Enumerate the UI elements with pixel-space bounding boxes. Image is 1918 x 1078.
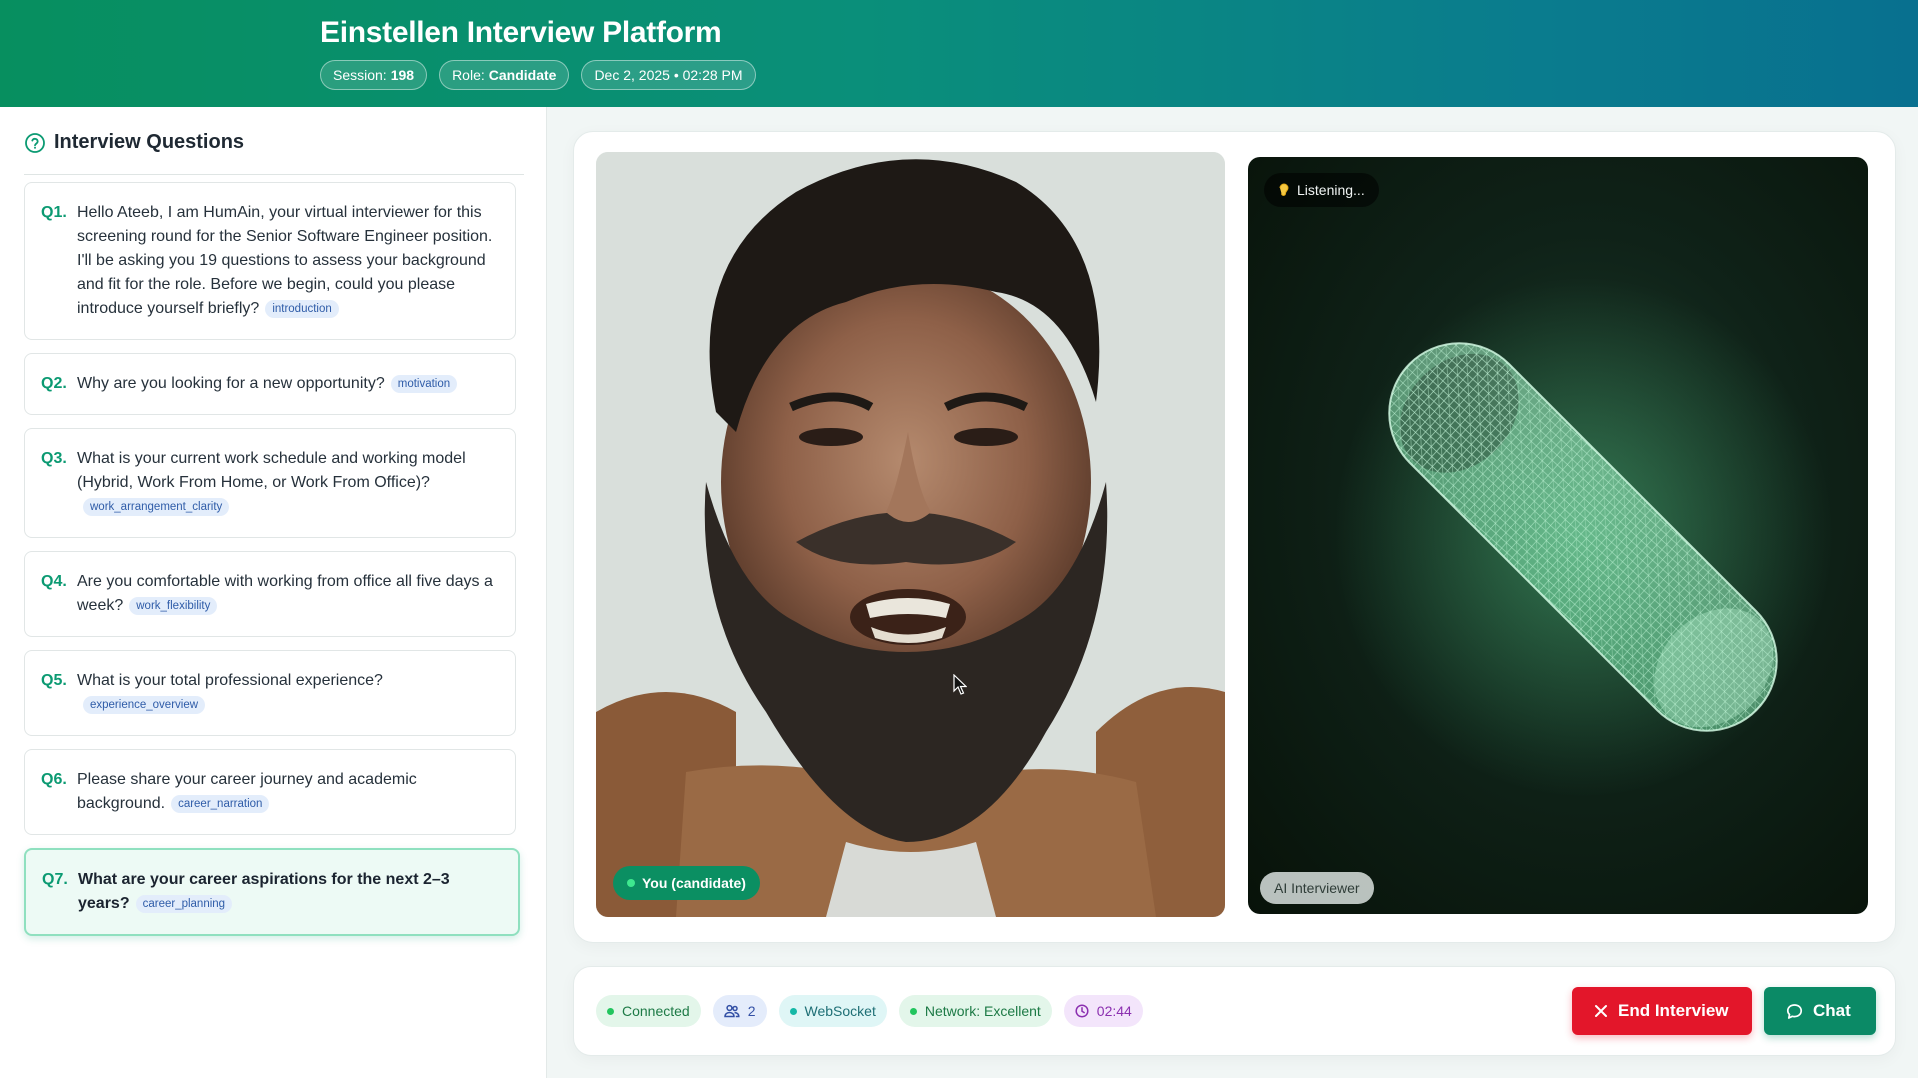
question-item[interactable]: Q6. Please share your career journey and… — [24, 749, 516, 835]
ear-icon — [1279, 183, 1289, 196]
question-tag: motivation — [390, 375, 458, 393]
session-chip: Session: 198 — [320, 60, 428, 90]
close-icon — [1595, 1005, 1607, 1017]
question-item-active[interactable]: Q7. What are your career aspirations for… — [24, 848, 520, 936]
status-indicators: Connected 2 WebSocket Network: Excellent — [596, 995, 1143, 1027]
ai-avatar-capsule-icon — [1333, 277, 1833, 797]
timer-badge: 02:44 — [1063, 995, 1143, 1027]
question-number: Q1. — [41, 204, 67, 221]
question-list: Q1. Hello Ateeb, I am HumAin, your virtu… — [24, 182, 520, 949]
session-value: 198 — [390, 67, 415, 83]
mouse-cursor-icon — [953, 674, 967, 695]
page-title: Einstellen Interview Platform — [320, 16, 722, 49]
network-badge: Network: Excellent — [898, 995, 1052, 1027]
participant-count: 2 — [747, 1003, 756, 1019]
app-header: Einstellen Interview Platform Session: 1… — [0, 0, 1918, 107]
question-tag: experience_overview — [83, 696, 206, 714]
elapsed-timer: 02:44 — [1096, 1003, 1132, 1019]
transport-badge: WebSocket — [778, 995, 887, 1027]
ai-label: AI Interviewer — [1274, 880, 1360, 896]
question-item[interactable]: Q5. What is your total professional expe… — [24, 650, 516, 736]
question-item[interactable]: Q3. What is your current work schedule a… — [24, 428, 516, 538]
datetime-chip: Dec 2, 2025 • 02:28 PM — [581, 60, 756, 90]
question-tag: work_arrangement_clarity — [83, 498, 230, 516]
question-item[interactable]: Q2. Why are you looking for a new opport… — [24, 353, 516, 415]
question-item[interactable]: Q1. Hello Ateeb, I am HumAin, your virtu… — [24, 182, 516, 340]
clock-icon — [1075, 1004, 1089, 1018]
candidate-video: You (candidate) — [596, 152, 1225, 917]
chat-bubble-icon — [1786, 1003, 1803, 1019]
live-dot-icon — [627, 879, 635, 887]
question-number: Q3. — [41, 450, 67, 467]
listening-indicator: Listening... — [1264, 173, 1379, 207]
listening-text: Listening... — [1297, 182, 1365, 198]
question-tag: introduction — [265, 300, 339, 318]
datetime-value: Dec 2, 2025 • 02:28 PM — [594, 67, 743, 83]
candidate-video-feed — [596, 152, 1225, 917]
question-text: Why are you looking for a new opportunit… — [77, 375, 385, 392]
question-number: Q4. — [41, 573, 67, 590]
connection-status: Connected — [622, 1003, 690, 1019]
transport-status: WebSocket — [804, 1003, 876, 1019]
chat-label: Chat — [1813, 1001, 1851, 1020]
end-interview-button[interactable]: End Interview — [1572, 987, 1752, 1035]
question-tag: career_planning — [135, 895, 233, 913]
question-number: Q2. — [41, 375, 67, 392]
role-label: Role: — [452, 67, 485, 83]
participants-badge: 2 — [712, 995, 767, 1027]
role-chip: Role: Candidate — [439, 60, 570, 90]
question-text: What are your career aspirations for the… — [78, 871, 450, 912]
question-number: Q6. — [41, 771, 67, 788]
session-info: Session: 198 Role: Candidate Dec 2, 2025… — [320, 60, 756, 90]
ai-label-chip: AI Interviewer — [1260, 872, 1374, 904]
candidate-label: You (candidate) — [642, 875, 746, 891]
end-interview-label: End Interview — [1618, 1001, 1729, 1020]
question-circle-icon — [25, 133, 45, 153]
connection-status-badge: Connected — [596, 995, 701, 1027]
chat-button[interactable]: Chat — [1764, 987, 1876, 1035]
question-number: Q5. — [41, 672, 67, 689]
ai-interviewer-video: Listening... AI Interviewer — [1248, 157, 1868, 914]
control-bar: Connected 2 WebSocket Network: Excellent — [573, 966, 1896, 1056]
users-icon — [723, 1004, 740, 1018]
question-number: Q7. — [42, 871, 68, 888]
question-text: What is your current work schedule and w… — [77, 450, 466, 491]
question-text: What is your total professional experien… — [77, 672, 383, 689]
sidebar-header: Interview Questions — [24, 131, 524, 175]
questions-sidebar: Interview Questions Q1. Hello Ateeb, I a… — [0, 107, 547, 1078]
candidate-label-chip: You (candidate) — [613, 866, 760, 900]
status-dot-icon — [607, 1007, 614, 1015]
question-item[interactable]: Q4. Are you comfortable with working fro… — [24, 551, 516, 637]
question-tag: career_narration — [171, 795, 270, 813]
role-value: Candidate — [488, 67, 557, 83]
status-dot-icon — [909, 1007, 917, 1015]
session-label: Session: — [333, 67, 387, 83]
question-tag: work_flexibility — [129, 597, 218, 615]
sidebar-title: Interview Questions — [54, 131, 245, 153]
network-status: Network: Excellent — [924, 1003, 1041, 1019]
status-dot-icon — [789, 1007, 797, 1015]
